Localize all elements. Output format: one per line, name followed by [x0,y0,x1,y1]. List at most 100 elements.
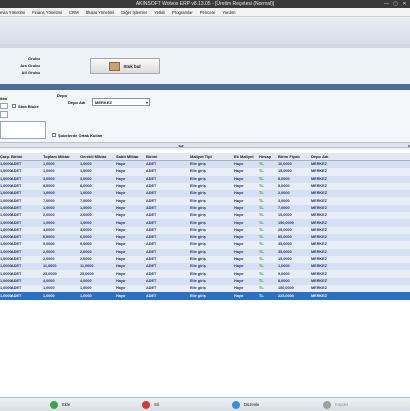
table-row[interactable]: 1,0000 ADET 1,0000 1,0000 Hayır ADET Elle giri… [0,190,410,198]
cell-gerekli-miktar[interactable]: 11,0000 [80,264,94,268]
cell-depo-adi[interactable]: MERKEZ [311,250,327,254]
cell-depo-adi[interactable]: MERKEZ [311,206,327,210]
cell-hesap[interactable]: TL [259,169,264,173]
col-header[interactable]: Birimi [146,154,157,159]
collapse-up-icon[interactable]: ◂▴▸ [178,143,184,148]
cell-carpan[interactable]: 1,0000 [0,228,12,232]
cell-carpan[interactable]: 1,0000 [0,162,12,166]
cell-maliyet-tipi[interactable]: Elle giriş [190,177,206,181]
cell-hesap[interactable]: TL [259,177,264,181]
cell-gerekli-miktar[interactable]: 7,0000 [80,199,92,203]
cell-gerekli-miktar[interactable]: 9,0000 [80,242,92,246]
cell-hesap[interactable]: TL [259,184,264,188]
cell-ek-maliyet[interactable]: Hayır [234,177,244,181]
cell-hesap[interactable]: TL [259,294,264,298]
cell-sabit-miktar[interactable]: Hayır [116,184,126,188]
table-row[interactable]: 1,0000 ADET 3,0000 3,0000 Hayır ADET Elle giri… [0,226,410,234]
cell-depo-adi[interactable]: MERKEZ [311,228,327,232]
cell-maliyet-tipi[interactable]: Elle giriş [190,213,206,217]
cell-ek-maliyet[interactable]: Hayır [234,221,244,225]
cell-gerekli-miktar[interactable]: 4,0000 [80,279,92,283]
cell-maliyet-tipi[interactable]: Elle giriş [190,286,206,290]
cell-depo-adi[interactable]: MERKEZ [311,162,327,166]
cell-depo-adi[interactable]: MERKEZ [311,264,327,268]
cell-sabit-miktar[interactable]: Hayır [116,235,126,239]
cell-hesap[interactable]: TL [259,162,264,166]
cell-sabit-miktar[interactable]: Hayır [116,213,126,217]
cell-depo-adi[interactable]: MERKEZ [311,294,327,298]
cell-depo-adi[interactable]: MERKEZ [311,213,327,217]
cell-maliyet-tipi[interactable]: Elle giriş [190,191,206,195]
cell-hesap[interactable]: TL [259,199,264,203]
cell-carpan[interactable]: 1,0000 [0,221,12,225]
cell-birimi-2[interactable]: ADET [146,177,156,181]
cell-depo-adi[interactable]: MERKEZ [311,199,327,203]
table-row[interactable]: 1,0000 ADET 2,0000 2,0000 Hayır ADET Elle giri… [0,255,410,264]
cell-birimi[interactable]: ADET [11,286,21,290]
stok-bloke-checkbox[interactable] [12,104,16,108]
cell-carpan[interactable]: 1,0000 [0,199,12,203]
cell-toplam-miktar[interactable]: 9,0000 [43,242,55,246]
cell-gerekli-miktar[interactable]: 25,0000 [80,272,94,276]
cell-carpan[interactable]: 1,0000 [0,184,12,188]
cell-hesap[interactable]: TL [259,272,264,276]
cell-gerekli-miktar[interactable]: 2,0000 [80,250,92,254]
cell-hesap[interactable]: TL [259,264,264,268]
cell-carpan[interactable]: 1,0000 [0,257,12,261]
cell-toplam-miktar[interactable]: 1,0000 [43,169,55,173]
cell-birim-fiyati[interactable]: 15,0000 [278,213,292,217]
cell-carpan[interactable]: 1,0000 [0,250,12,254]
cell-toplam-miktar[interactable]: 1,0000 [43,191,55,195]
cell-gerekli-miktar[interactable]: 2,0000 [80,257,92,261]
cell-birim-fiyati[interactable]: 225,0000 [278,294,294,298]
cell-maliyet-tipi[interactable]: Elle giriş [190,169,206,173]
cell-birimi-2[interactable]: ADET [146,250,156,254]
col-header[interactable]: Maliyet Tipi [190,154,212,159]
cell-hesap[interactable]: TL [259,206,264,210]
cell-birim-fiyati[interactable]: 3,0000 [278,199,290,203]
cell-depo-adi[interactable]: MERKEZ [311,235,327,239]
cell-sabit-miktar[interactable]: Hayır [116,191,126,195]
cell-birimi[interactable]: ADET [11,279,21,283]
maximize-icon[interactable]: ▢ [392,1,399,7]
cell-ek-maliyet[interactable]: Hayır [234,162,244,166]
cell-depo-adi[interactable]: MERKEZ [311,272,327,276]
cell-ek-maliyet[interactable]: Hayır [234,264,244,268]
cell-birimi-2[interactable]: ADET [146,235,156,239]
cell-birimi[interactable]: ADET [11,199,21,203]
cell-maliyet-tipi[interactable]: Elle giriş [190,242,206,246]
duzenle-button[interactable]: Düzenle [232,400,259,409]
subeler-checkbox[interactable] [52,133,56,137]
table-row[interactable]: 1,0000 ADET 3,0000 3,0000 Hayır ADET Elle giri… [0,175,410,183]
col-header[interactable]: Gerekli Miktar [80,154,106,159]
cell-birimi-2[interactable]: ADET [146,221,156,225]
panel-splitter[interactable]: ◂▴▸ ▸ [0,142,410,148]
cell-birimi[interactable]: ADET [11,294,21,298]
cell-sabit-miktar[interactable]: Hayır [116,177,126,181]
cell-carpan[interactable]: 1,0000 [0,177,12,181]
cell-birimi[interactable]: ADET [11,184,21,188]
cell-carpan[interactable]: 1,0000 [0,279,12,283]
cell-ek-maliyet[interactable]: Hayır [234,279,244,283]
cell-gerekli-miktar[interactable]: 2,0000 [80,213,92,217]
cell-birimi-2[interactable]: ADET [146,191,156,195]
cell-carpan[interactable]: 1,0000 [0,169,12,173]
cell-gerekli-miktar[interactable]: 1,0000 [80,169,92,173]
cell-maliyet-tipi[interactable]: Elle giriş [190,250,206,254]
cell-birimi[interactable]: ADET [11,242,21,246]
cell-ek-maliyet[interactable]: Hayır [234,235,244,239]
cell-birim-fiyati[interactable]: 9,0000 [278,272,290,276]
cell-ek-maliyet[interactable]: Hayır [234,272,244,276]
menu-item[interactable]: Finans Yönetimi [32,10,62,15]
cell-hesap[interactable]: TL [259,257,264,261]
cell-carpan[interactable]: 1,0000 [0,294,12,298]
cell-birimi[interactable]: ADET [11,250,21,254]
table-row[interactable]: 1,0000 ADET 6,0000 6,0000 Hayır ADET Elle giri… [0,233,410,242]
cell-ek-maliyet[interactable]: Hayır [234,257,244,261]
cell-birimi[interactable]: ADET [11,206,21,210]
cell-maliyet-tipi[interactable]: Elle giriş [190,235,206,239]
cell-maliyet-tipi[interactable]: Elle giriş [190,294,206,298]
cell-toplam-miktar[interactable]: 1,0000 [43,206,55,210]
cell-depo-adi[interactable]: MERKEZ [311,169,327,173]
cell-sabit-miktar[interactable]: Hayır [116,242,126,246]
